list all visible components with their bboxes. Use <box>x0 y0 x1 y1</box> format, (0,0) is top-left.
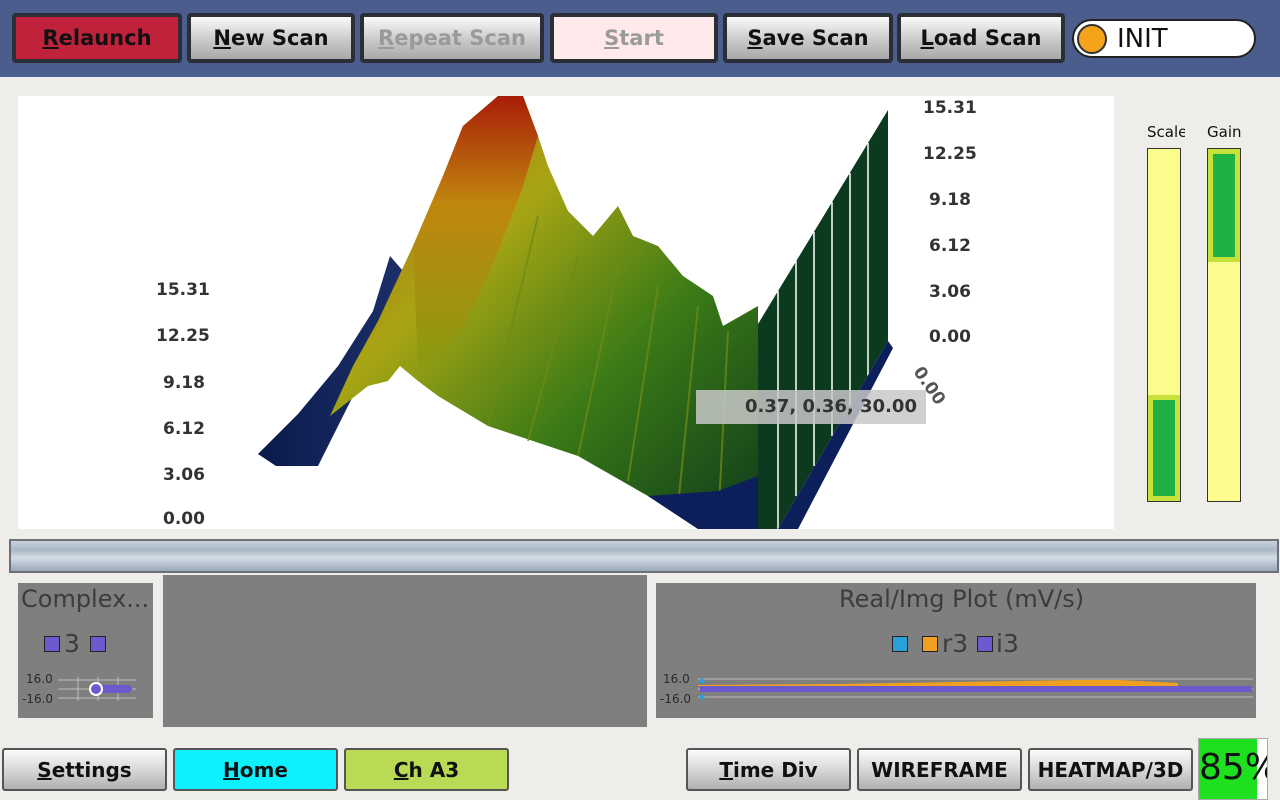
left-axis-label: 3.06 <box>163 465 205 485</box>
left-axis-label: 12.25 <box>156 326 210 346</box>
top-toolbar: Relaunch New Scan Repeat Scan Start Save… <box>0 0 1280 77</box>
cursor-readout-text: 0.37, 0.36, 30.00 <box>745 396 917 417</box>
realimg-real-series <box>698 680 1178 686</box>
repeat-scan-label: epeat Scan <box>394 26 526 50</box>
status-dot-icon <box>1077 23 1107 54</box>
new-scan-button[interactable]: New Scan <box>187 13 355 63</box>
realimg-tick-top: 16.0 <box>663 672 690 686</box>
start-label: tart <box>619 26 664 50</box>
realimg-legend-swatch <box>892 636 908 652</box>
left-axis-label: 0.00 <box>163 509 205 529</box>
right-axis-label: 15.31 <box>923 98 977 118</box>
progress-text: 85% <box>1199 747 1267 788</box>
realimg-legend-label: i3 <box>996 629 1019 658</box>
home-key: H <box>223 757 240 782</box>
settings-label: ettings <box>51 757 132 782</box>
time-div-label: ime Div <box>732 757 818 782</box>
right-axis-label: 6.12 <box>929 236 971 256</box>
relaunch-label: elaunch <box>58 26 152 50</box>
realimg-marker <box>699 678 705 684</box>
realimg-legend-swatch <box>922 636 938 652</box>
empty-panel <box>163 575 647 727</box>
load-scan-key: L <box>920 26 934 50</box>
left-axis-label: 9.18 <box>163 373 205 393</box>
surface-main <box>330 96 758 529</box>
gain-meter-fill <box>1208 149 1240 262</box>
home-label: ome <box>239 757 288 782</box>
start-key: S <box>604 26 620 50</box>
scale-meter[interactable] <box>1147 148 1181 502</box>
complex-cursor-marker <box>89 682 103 696</box>
save-scan-button[interactable]: Save Scan <box>723 13 893 63</box>
realimg-marker <box>699 694 705 700</box>
channel-button[interactable]: Ch A3 <box>344 748 509 791</box>
left-axis-label: 15.31 <box>156 280 210 300</box>
save-scan-key: S <box>747 26 763 50</box>
complex-legend-label: 3 <box>64 629 80 658</box>
gain-meter[interactable] <box>1207 148 1241 502</box>
right-axis-label: 12.25 <box>923 144 977 164</box>
status-text: INIT <box>1117 23 1168 54</box>
right-axis-label: 0.00 <box>929 327 971 347</box>
start-button[interactable]: Start <box>550 13 718 63</box>
wireframe-button[interactable]: WIREFRAME <box>857 748 1022 791</box>
channel-label: h A3 <box>408 757 460 782</box>
load-scan-label: oad Scan <box>933 26 1042 50</box>
home-button[interactable]: Home <box>173 748 338 791</box>
settings-button[interactable]: Settings <box>2 748 167 791</box>
gain-meter-title: Gain <box>1207 123 1242 141</box>
load-scan-button[interactable]: Load Scan <box>897 13 1065 63</box>
complex-legend-swatch <box>90 636 106 652</box>
relaunch-button[interactable]: Relaunch <box>12 13 182 63</box>
scan-slider[interactable] <box>9 539 1279 573</box>
time-div-button[interactable]: Time Div <box>686 748 851 791</box>
status-indicator: INIT <box>1072 19 1256 58</box>
relaunch-key: R <box>42 26 59 50</box>
realimg-panel-title: Real/Img Plot (mV/s) <box>839 585 1085 613</box>
left-axis-label: 6.12 <box>163 419 205 439</box>
scale-meter-fill <box>1148 395 1180 501</box>
realimg-tick-bottom: -16.0 <box>660 692 692 706</box>
progress-indicator: 85% <box>1198 738 1268 800</box>
settings-key: S <box>37 757 52 782</box>
surface-plot-3d[interactable]: 15.31 12.25 9.18 6.12 3.06 0.00 15.31 12… <box>18 96 1114 529</box>
new-scan-label: ew Scan <box>230 26 329 50</box>
right-axis-label: 3.06 <box>929 282 971 302</box>
right-axis-label: 9.18 <box>929 190 971 210</box>
save-scan-label: ave Scan <box>762 26 869 50</box>
time-div-key: T <box>719 757 733 782</box>
realimg-legend-label: r3 <box>942 629 969 658</box>
complex-tick-top: 16.0 <box>26 672 53 686</box>
channel-key: C <box>393 757 409 782</box>
realimg-legend-swatch <box>977 636 993 652</box>
repeat-scan-key: R <box>378 26 395 50</box>
heatmap-3d-button[interactable]: HEATMAP/3D <box>1028 748 1193 791</box>
repeat-scan-button[interactable]: Repeat Scan <box>360 13 544 63</box>
complex-series-band <box>98 685 132 693</box>
scale-meter-title: Scale <box>1147 123 1185 141</box>
new-scan-key: N <box>213 26 231 50</box>
complex-legend-swatch <box>44 636 60 652</box>
realimg-mini-plot <box>698 678 1253 700</box>
complex-mini-plot <box>58 677 136 701</box>
realimg-panel: Real/Img Plot (mV/s) r3 i3 16.0 -16.0 <box>656 583 1256 718</box>
complex-panel-title: Complex... <box>21 585 150 613</box>
complex-panel: Complex... 3 16.0 -16.0 <box>18 583 153 718</box>
complex-tick-bottom: -16.0 <box>22 692 54 706</box>
realimg-imag-series <box>700 686 1252 692</box>
